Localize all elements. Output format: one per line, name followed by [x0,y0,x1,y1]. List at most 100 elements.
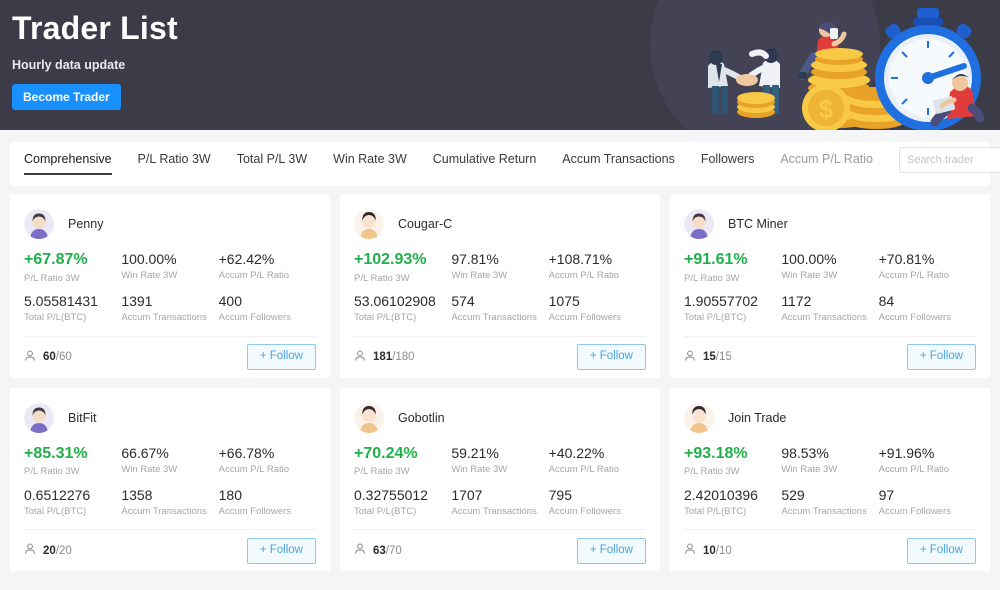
metric-label: P/L Ratio 3W [24,466,80,478]
metric-accum-transactions: 1172 Accum Transactions [781,292,878,325]
follow-button[interactable]: + Follow [246,344,316,371]
metric-value: 574 [451,293,475,310]
metric-label: Win Rate 3W [121,463,178,475]
metric-value: +91.96% [878,444,935,461]
metric-label: P/L Ratio 3W [24,272,80,284]
trader-card-header: Cougar-C [354,206,646,242]
metric-label: P/L Ratio 3W [354,466,410,478]
tab-comprehensive[interactable]: Comprehensive [24,153,112,175]
metric-label: Accum Transactions [121,312,207,324]
tab-accum-pl-ratio[interactable]: Accum P/L Ratio [780,153,873,175]
become-trader-button[interactable]: Become Trader [12,84,121,110]
trader-metrics: +102.93% P/L Ratio 3W 97.81% Win Rate 3W… [354,250,646,325]
trader-card[interactable]: BitFit +85.31% P/L Ratio 3W 66.67% Win R… [10,387,330,572]
metric-accum-transactions: 1391 Accum Transactions [121,292,218,325]
search-trader-box[interactable] [898,147,1000,173]
metric-label: Accum P/L Ratio [218,463,290,475]
metric-accum-transactions: 1358 Accum Transactions [121,486,218,519]
trader-card[interactable]: Cougar-C +102.93% P/L Ratio 3W 97.81% Wi… [340,194,660,378]
metric-win-rate: 97.81% Win Rate 3W [451,250,548,285]
metric-value: +70.24% [354,444,418,462]
trader-card-grid: Penny +67.87% P/L Ratio 3W 100.00% Win R… [0,194,1000,572]
metrics-row-secondary: 0.32755012 Total P/L(BTC) 1707 Accum Tra… [354,486,646,519]
trader-name: BitFit [68,410,97,425]
metrics-row-primary: +93.18% P/L Ratio 3W 98.53% Win Rate 3W … [684,444,976,479]
metric-total-pl: 0.32755012 Total P/L(BTC) [354,486,451,519]
trader-name: Join Trade [728,410,787,425]
followers-max: /180 [392,351,415,364]
avatar [24,209,54,239]
metric-value: 0.32755012 [354,486,428,503]
avatar [24,402,54,433]
metric-label: Accum Followers [548,506,621,517]
trader-metrics: +91.61% P/L Ratio 3W 100.00% Win Rate 3W… [684,250,976,325]
followers-count: 181 /180 [354,350,415,365]
trader-name: BTC Miner [728,217,788,231]
metric-label: Accum Transactions [781,312,867,324]
metrics-row-secondary: 1.90557702 Total P/L(BTC) 1172 Accum Tra… [684,292,976,325]
metric-label: Win Rate 3W [451,463,508,475]
metric-accum-followers: 795 Accum Followers [549,486,646,519]
follow-button[interactable]: + Follow [576,344,646,371]
metric-value: 795 [548,486,572,503]
metric-label: Total P/L(BTC) [24,506,87,517]
metrics-row-secondary: 5.05581431 Total P/L(BTC) 1391 Accum Tra… [24,292,316,325]
metric-pl-ratio: +67.87% P/L Ratio 3W [24,250,121,285]
trader-metrics: +85.31% P/L Ratio 3W 66.67% Win Rate 3W … [24,444,316,519]
followers-current: 60 [43,351,56,364]
tab-win-rate-3w[interactable]: Win Rate 3W [333,153,407,175]
metric-value: 100.00% [121,251,177,267]
metric-label: Accum Followers [218,506,291,517]
trader-card-header: BTC Miner [684,206,976,242]
metrics-row-primary: +102.93% P/L Ratio 3W 97.81% Win Rate 3W… [354,250,646,285]
trader-card[interactable]: Join Trade +93.18% P/L Ratio 3W 98.53% W… [670,387,990,572]
page-title: Trader List [12,10,178,46]
trader-card-footer: 15 /15 + Follow [684,335,976,378]
metric-accum-pl-ratio: +62.42% Accum P/L Ratio [219,250,316,285]
followers-count: 15 /15 [684,350,732,365]
follow-button[interactable]: + Follow [906,344,976,371]
metric-value: 0.6512276 [24,486,91,503]
metric-value: 180 [218,486,242,503]
metric-accum-followers: 97 Accum Followers [879,486,976,519]
person-icon [684,350,696,365]
trader-card[interactable]: Gobotlin +70.24% P/L Ratio 3W 59.21% Win… [340,387,660,572]
tabbar: Comprehensive P/L Ratio 3W Total P/L 3W … [10,142,1000,186]
tab-followers[interactable]: Followers [701,153,755,175]
metric-value: +108.71% [548,251,613,267]
followers-current: 63 [373,544,386,557]
person-icon [354,350,366,365]
metric-label: Total P/L(BTC) [24,312,87,324]
metric-value: 98.53% [781,444,829,461]
metric-value: 53.06102908 [354,293,436,310]
metric-accum-followers: 400 Accum Followers [219,292,316,325]
tab-cumulative-return[interactable]: Cumulative Return [433,153,537,175]
metric-value: 1.90557702 [684,293,758,310]
trader-card[interactable]: Penny +67.87% P/L Ratio 3W 100.00% Win R… [10,194,330,378]
tab-accum-transactions[interactable]: Accum Transactions [562,153,675,175]
metric-value: +67.87% [24,251,88,268]
trader-card[interactable]: BTC Miner +91.61% P/L Ratio 3W 100.00% W… [670,194,990,378]
metric-win-rate: 59.21% Win Rate 3W [451,444,548,479]
trader-card-header: Join Trade [684,400,976,436]
metrics-row-secondary: 53.06102908 Total P/L(BTC) 574 Accum Tra… [354,292,646,325]
metric-pl-ratio: +102.93% P/L Ratio 3W [354,250,451,285]
metric-value: 97 [878,486,895,503]
tab-pl-ratio-3w[interactable]: P/L Ratio 3W [138,153,211,175]
metric-value: +70.81% [878,251,935,267]
metric-label: Accum P/L Ratio [548,270,620,282]
metric-value: 529 [781,486,805,503]
follow-button[interactable]: + Follow [576,537,646,564]
trader-metrics: +67.87% P/L Ratio 3W 100.00% Win Rate 3W… [24,250,316,325]
metrics-row-primary: +91.61% P/L Ratio 3W 100.00% Win Rate 3W… [684,250,976,285]
tab-total-pl-3w[interactable]: Total P/L 3W [237,153,307,175]
metric-value: +91.61% [684,251,748,268]
metric-accum-transactions: 1707 Accum Transactions [451,486,548,519]
metric-value: 1075 [548,293,580,310]
follow-button[interactable]: + Follow [906,537,976,564]
metric-value: 1358 [121,486,153,503]
search-input[interactable] [906,154,999,166]
metric-accum-followers: 180 Accum Followers [219,486,316,519]
metric-value: 2.42010396 [684,486,758,503]
follow-button[interactable]: + Follow [246,537,316,564]
